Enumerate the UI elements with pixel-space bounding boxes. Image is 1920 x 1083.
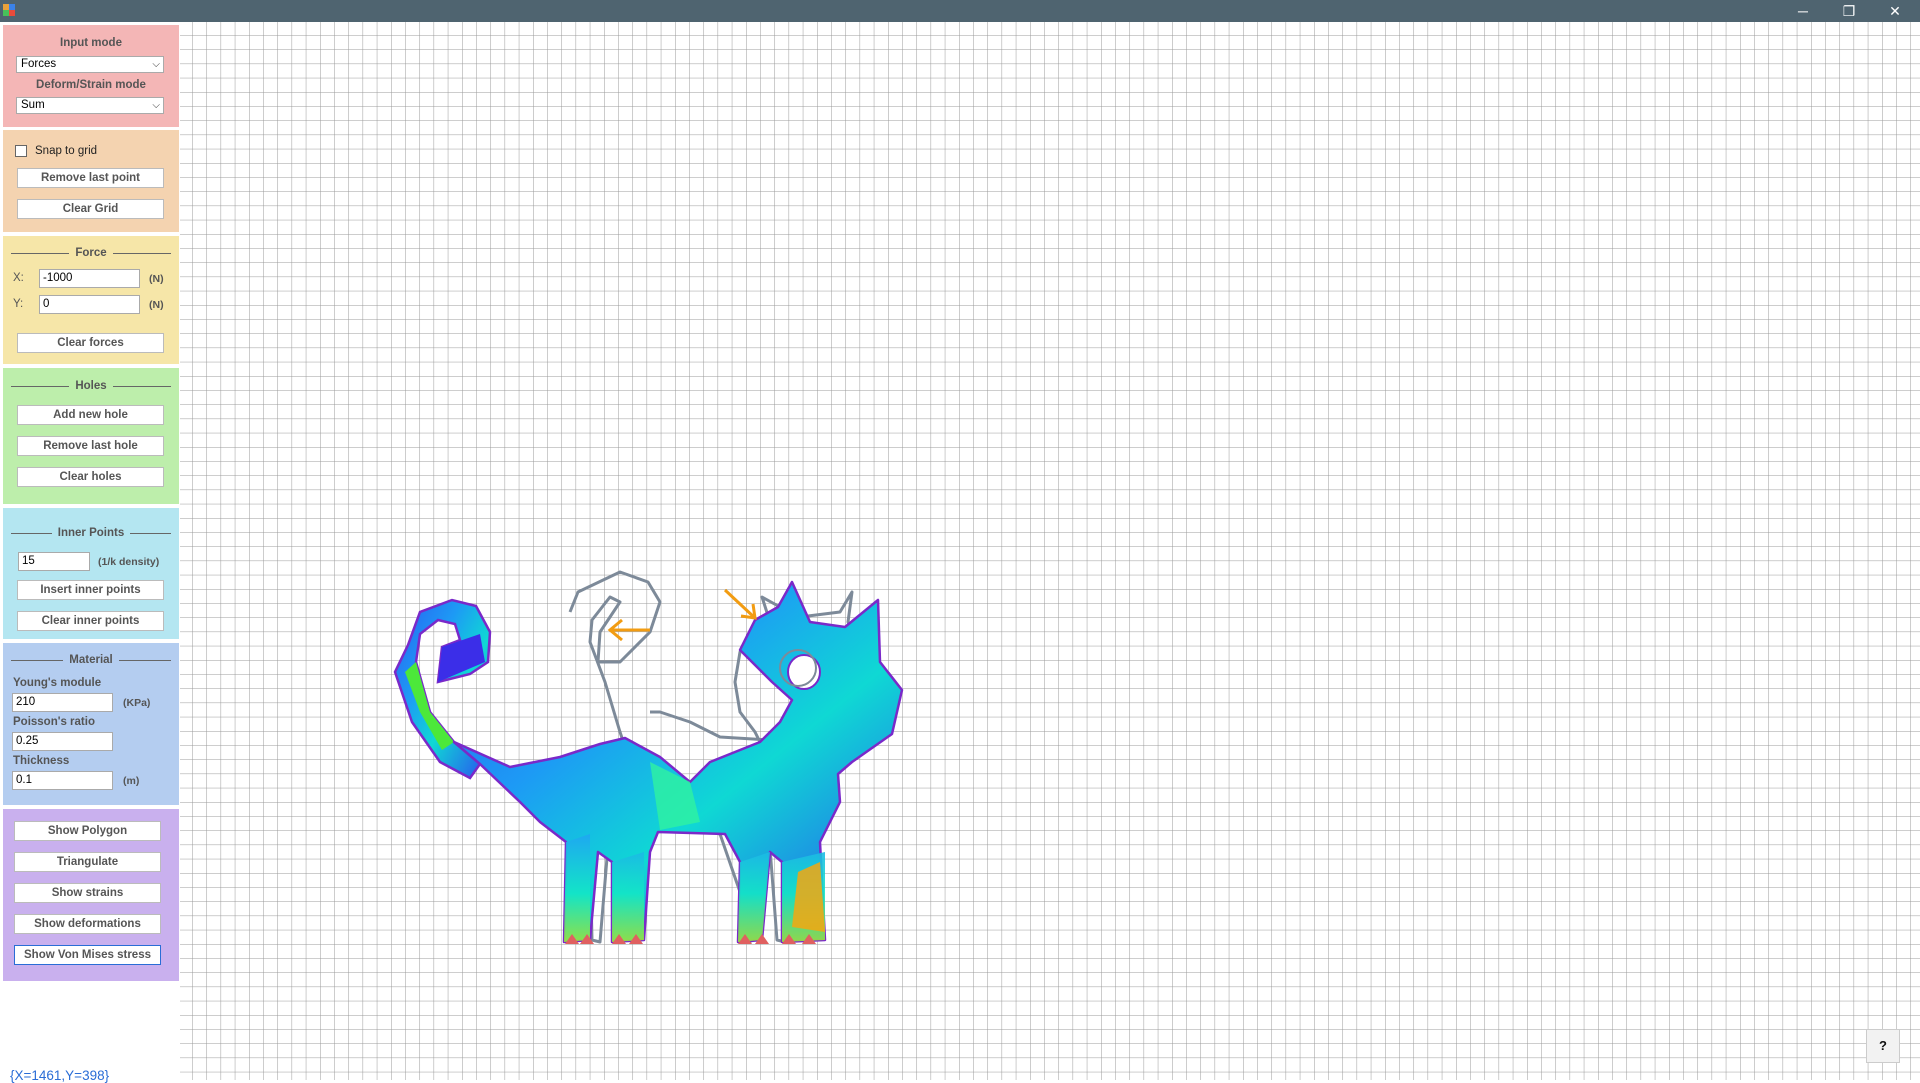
input-mode-panel: Input mode Forces ⌵ Deform/Strain mode S… <box>3 25 179 127</box>
force-y-input[interactable]: 0 <box>39 295 140 314</box>
force-separator: Force <box>3 246 179 260</box>
poissons-ratio-input[interactable]: 0.25 <box>12 732 113 751</box>
view-panel: Show Polygon Triangulate Show strains Sh… <box>3 809 179 981</box>
remove-last-hole-button[interactable]: Remove last hole <box>17 436 164 456</box>
clear-holes-button[interactable]: Clear holes <box>17 467 164 487</box>
chevron-down-icon: ⌵ <box>152 59 160 70</box>
force-x-label: X: <box>13 272 24 284</box>
show-strains-button[interactable]: Show strains <box>14 883 161 903</box>
snap-to-grid-label: Snap to grid <box>35 145 98 157</box>
holes-panel: Holes Add new hole Remove last hole Clea… <box>3 368 179 504</box>
deform-mode-label: Deform/Strain mode <box>36 79 146 91</box>
force-x-input[interactable]: -1000 <box>39 269 140 288</box>
clear-forces-button[interactable]: Clear forces <box>17 333 164 353</box>
grid-background <box>180 22 1920 1080</box>
force-y-unit: (N) <box>149 299 164 311</box>
force-panel: Force X: -1000 (N) Y: 0 (N) Clear forces <box>3 236 179 364</box>
youngs-module-unit: (KPa) <box>123 697 151 709</box>
material-title: Material <box>69 654 113 666</box>
youngs-module-input[interactable]: 210 <box>12 693 113 712</box>
grid-svg[interactable] <box>180 22 1920 1080</box>
cursor-coordinates: {X=1461,Y=398} <box>10 1068 110 1083</box>
density-input[interactable]: 15 <box>18 552 90 571</box>
remove-last-point-button[interactable]: Remove last point <box>17 168 164 188</box>
holes-separator: Holes <box>3 379 179 393</box>
thickness-unit: (m) <box>123 775 140 787</box>
deform-mode-value: Sum <box>21 99 45 111</box>
add-new-hole-button[interactable]: Add new hole <box>17 405 164 425</box>
force-x-unit: (N) <box>149 273 164 285</box>
chevron-down-icon: ⌵ <box>152 100 160 111</box>
sidebar: Input mode Forces ⌵ Deform/Strain mode S… <box>0 22 180 1083</box>
drawing-canvas[interactable] <box>180 22 1920 1080</box>
app-icon <box>3 4 15 16</box>
inner-points-title: Inner Points <box>57 527 125 539</box>
grid-panel: Snap to grid Remove last point Clear Gri… <box>3 130 179 232</box>
force-title: Force <box>75 247 107 259</box>
clear-grid-button[interactable]: Clear Grid <box>17 199 164 219</box>
input-mode-select[interactable]: Forces ⌵ <box>16 56 164 73</box>
deform-mode-select[interactable]: Sum ⌵ <box>16 97 164 114</box>
show-polygon-button[interactable]: Show Polygon <box>14 821 161 841</box>
youngs-module-label: Young's module <box>13 677 102 689</box>
input-mode-value: Forces <box>21 58 57 70</box>
minimize-button[interactable]: ─ <box>1780 0 1826 22</box>
show-deformations-button[interactable]: Show deformations <box>14 914 161 934</box>
holes-title: Holes <box>75 380 107 392</box>
help-button[interactable]: ? <box>1866 1029 1900 1063</box>
show-von-mises-stress-button[interactable]: Show Von Mises stress <box>14 945 161 965</box>
snap-to-grid-checkbox[interactable] <box>15 145 27 157</box>
triangulate-button[interactable]: Triangulate <box>14 852 161 872</box>
title-bar: ─ ❐ ✕ <box>0 0 1920 22</box>
material-panel: Material Young's module 210 (KPa) Poisso… <box>3 643 179 805</box>
poissons-ratio-label: Poisson's ratio <box>13 716 95 728</box>
inner-points-separator: Inner Points <box>3 526 179 540</box>
clear-inner-points-button[interactable]: Clear inner points <box>17 611 164 631</box>
restore-button[interactable]: ❐ <box>1826 0 1872 22</box>
thickness-input[interactable]: 0.1 <box>12 771 113 790</box>
density-unit: (1/k density) <box>98 556 160 568</box>
insert-inner-points-button[interactable]: Insert inner points <box>17 580 164 600</box>
thickness-label: Thickness <box>13 755 70 767</box>
inner-points-panel: Inner Points 15 (1/k density) Insert inn… <box>3 508 179 639</box>
close-button[interactable]: ✕ <box>1872 0 1918 22</box>
input-mode-label: Input mode <box>60 37 122 49</box>
material-separator: Material <box>3 653 179 667</box>
force-y-label: Y: <box>13 298 24 310</box>
